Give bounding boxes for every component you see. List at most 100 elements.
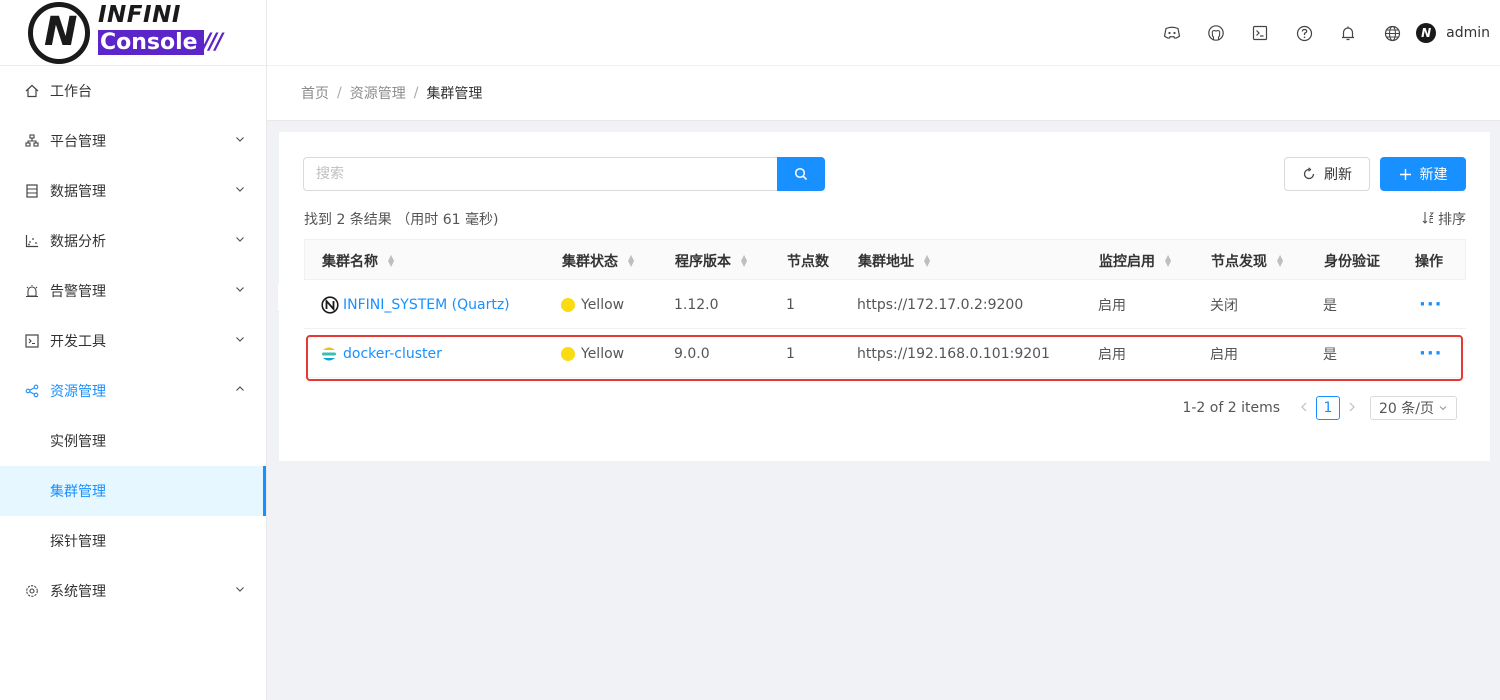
app-logo[interactable]: N INFINI Console /// [0,0,266,66]
terminal-icon[interactable] [1238,13,1282,53]
github-icon[interactable] [1194,13,1238,53]
logo-text-infini: INFINI [98,2,181,28]
column-title: 程序版本 [675,253,731,270]
row-actions-cell: ··· [1419,329,1443,378]
auth-cell: 是 [1323,297,1337,314]
sidebar-subitem-label: 探针管理 [50,534,106,550]
sort-button[interactable]: 排序 [1422,209,1466,229]
new-cluster-button[interactable]: 新建 [1380,157,1466,191]
column-header-nodes: 节点数 [787,240,829,281]
sidebar-item-label: 工作台 [50,84,92,100]
column-header-auth: 身份验证 [1324,240,1380,281]
sidebar-subitem-probes[interactable]: 探针管理 [0,516,266,566]
search-input[interactable] [303,157,777,191]
sidebar-item-system[interactable]: 系统管理 [0,566,266,616]
infini-logo-icon: N [28,2,90,64]
sidebar-menu: 工作台 平台管理 数据管理 数据分析 告警管理 开发工具 资源管理 实例管理 集… [0,66,266,616]
share-icon [24,383,40,399]
cluster-name-cell: INFINI_SYSTEM (Quartz) [321,280,510,329]
sidebar-subitem-label: 实例管理 [50,434,106,450]
sidebar-item-label: 平台管理 [50,134,106,150]
elasticsearch-icon [321,346,337,362]
sidebar-item-devtools[interactable]: 开发工具 [0,316,266,366]
column-header-address[interactable]: 集群地址 ▲ ▼ [858,240,930,281]
chart-icon [24,233,40,249]
column-header-discovery[interactable]: 节点发现 ▲ ▼ [1211,240,1283,281]
version-cell: 1.12.0 [674,296,719,313]
breadcrumb-separator: / [413,85,419,101]
sidebar-subitem-label: 集群管理 [50,484,106,500]
chevron-left-icon [1301,402,1307,412]
result-summary: 找到 2 条结果 （用时 61 毫秒) [304,212,499,228]
chevron-up-icon [236,386,244,391]
page-button-current[interactable]: 1 [1316,396,1341,420]
globe-icon[interactable] [1370,13,1414,53]
bell-icon[interactable] [1326,13,1370,53]
column-title: 监控启用 [1099,253,1155,270]
sort-toggle-icon: ▲ ▼ [628,252,635,268]
table-row: INFINI_SYSTEM (Quartz) Yellow 1.12.0 1 h… [304,280,1466,329]
more-actions-button[interactable]: ··· [1419,295,1443,313]
breadcrumb: 首页 / 资源管理 / 集群管理 [267,66,1500,121]
sidebar-item-label: 系统管理 [50,584,106,600]
cluster-table: 集群名称 ▲ ▼ 集群状态 ▲ ▼ 程序版本 ▲ ▼ 节点数 集群地址 ▲ ▼ 监控启用… [304,239,1466,378]
sidebar-subitem-clusters[interactable]: 集群管理 [0,466,266,516]
sort-toggle-icon: ▲ ▼ [1165,252,1172,268]
infini-icon [321,295,339,314]
chevron-down-icon [236,287,244,292]
column-header-status[interactable]: 集群状态 ▲ ▼ [562,240,634,281]
page-size-value: 20 条/页 [1379,401,1434,417]
search-button[interactable] [777,157,825,191]
table-row: docker-cluster Yellow 9.0.0 1 https://19… [304,329,1466,378]
cluster-status-cell: Yellow [561,280,624,329]
discord-icon[interactable] [1150,13,1194,53]
cluster-status-cell: Yellow [561,329,624,378]
breadcrumb-parent[interactable]: 资源管理 [350,83,406,103]
top-header: N admin [267,0,1500,66]
user-menu[interactable]: N admin [1416,23,1490,43]
sidebar-subitem-instances[interactable]: 实例管理 [0,416,266,466]
status-text: Yellow [581,345,625,362]
sidebar-item-resources[interactable]: 资源管理 [0,366,266,416]
sort-icon [1422,211,1434,227]
sidebar-item-workbench[interactable]: 工作台 [0,66,266,116]
prev-page-button[interactable] [1294,400,1314,416]
sidebar-item-data[interactable]: 数据管理 [0,166,266,216]
breadcrumb-home[interactable]: 首页 [301,83,329,103]
new-label: 新建 [1419,166,1448,182]
logo-text-console: Console [98,30,204,55]
cluster-name-link[interactable]: INFINI_SYSTEM (Quartz) [343,297,510,313]
sidebar: N INFINI Console /// 工作台 平台管理 数据管理 数据分析 … [0,0,267,700]
plus-icon [1399,168,1412,181]
sidebar-item-platform[interactable]: 平台管理 [0,116,266,166]
settings-icon [24,583,40,599]
sidebar-item-label: 数据分析 [50,234,106,250]
page-size-select[interactable]: 20 条/页 [1370,396,1457,420]
refresh-label: 刷新 [1324,166,1352,182]
column-header-name[interactable]: 集群名称 ▲ ▼ [322,240,394,281]
refresh-button[interactable]: 刷新 [1284,157,1370,191]
discovery-cell: 启用 [1210,346,1238,363]
cluster-icon [24,133,40,149]
monitor-cell: 启用 [1098,297,1126,314]
avatar: N [1416,23,1437,43]
status-dot [561,346,575,361]
username: admin [1446,25,1490,41]
chevron-down-icon [236,337,244,342]
cluster-name-link[interactable]: docker-cluster [343,346,442,362]
cluster-list-card: 刷新 新建 找到 2 条结果 （用时 61 毫秒) 排序 集群名称 ▲▼ 集群状… [279,132,1490,461]
column-header-monitor[interactable]: 监控启用 ▲ ▼ [1099,240,1171,281]
auth-cell: 是 [1323,346,1337,363]
console-icon [24,333,40,349]
logo-slashes: /// [203,30,223,55]
column-header-version[interactable]: 程序版本 ▲ ▼ [675,240,747,281]
sidebar-item-alerts[interactable]: 告警管理 [0,266,266,316]
next-page-button[interactable] [1342,400,1362,416]
discovery-cell: 关闭 [1210,297,1238,314]
sort-toggle-icon: ▲ ▼ [741,252,748,268]
sidebar-item-analysis[interactable]: 数据分析 [0,216,266,266]
more-actions-button[interactable]: ··· [1419,344,1443,362]
breadcrumb-current: 集群管理 [426,86,483,102]
help-icon[interactable] [1282,13,1326,53]
sort-toggle-icon: ▲ ▼ [1277,252,1284,268]
